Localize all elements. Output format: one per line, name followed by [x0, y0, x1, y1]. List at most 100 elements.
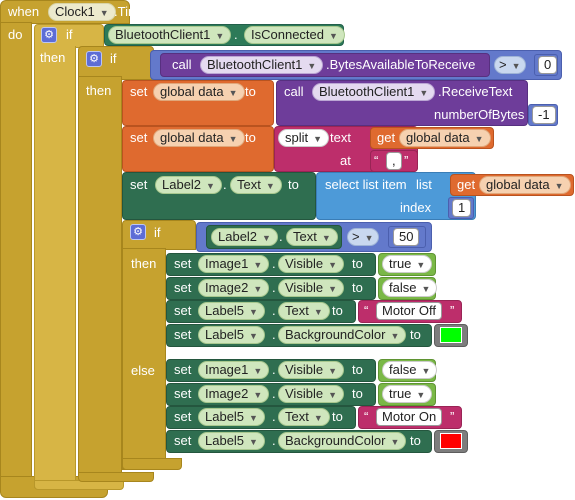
do-keyword: do [8, 27, 23, 42]
set-keyword: set [130, 130, 148, 145]
set-keyword: set [130, 177, 148, 192]
bluetooth-component-label: BluetoothClient1 [115, 27, 211, 42]
property-dropdown[interactable]: Visible ▼ [278, 279, 344, 297]
chevron-down-icon: ▼ [328, 366, 337, 376]
chevron-down-icon: ▼ [228, 88, 238, 98]
property-dropdown[interactable]: Text ▼ [278, 408, 330, 426]
text-param-label: text [330, 130, 351, 145]
split-delimiter-value[interactable]: , [386, 152, 402, 170]
global-var-dropdown[interactable]: global data ▼ [153, 83, 245, 101]
property-dropdown[interactable]: Visible ▼ [278, 385, 344, 403]
to-keyword: to [352, 280, 363, 295]
property-dropdown[interactable]: Text ▼ [278, 302, 330, 320]
dot-separator: . [223, 177, 227, 192]
component-label: Image1 [205, 362, 249, 377]
property-dropdown[interactable]: Visible ▼ [278, 255, 344, 273]
global-var-dropdown[interactable]: global data ▼ [153, 129, 245, 147]
bluetooth-component-dropdown[interactable]: BluetoothClient1 ▼ [312, 83, 436, 101]
component-dropdown[interactable]: Image1 ▼ [198, 255, 270, 273]
boolean-dropdown[interactable]: true ▼ [382, 385, 433, 403]
bluetooth-component-label: BluetoothClient1 [207, 57, 303, 72]
text-value[interactable]: Motor Off [376, 302, 442, 320]
set-keyword: set [174, 386, 192, 401]
dot-separator: . [234, 27, 238, 42]
set-keyword: set [174, 280, 192, 295]
set-keyword: set [174, 362, 192, 377]
component-dropdown[interactable]: Label5 ▼ [198, 302, 265, 320]
bluetooth-component-dropdown[interactable]: BluetoothClient1 ▼ [108, 26, 232, 44]
chevron-down-icon: ▼ [511, 61, 521, 71]
to-keyword: to [410, 433, 421, 448]
chevron-down-icon: ▼ [215, 31, 225, 41]
boolean-value: false [389, 280, 417, 295]
text-property-dropdown[interactable]: Text ▼ [230, 176, 282, 194]
text-property-dropdown[interactable]: Text ▼ [286, 228, 338, 246]
property-dropdown[interactable]: BackgroundColor ▼ [278, 432, 407, 450]
chevron-down-icon: ▼ [206, 181, 215, 191]
property-dropdown[interactable]: BackgroundColor ▼ [278, 326, 407, 344]
boolean-dropdown[interactable]: true ▼ [382, 255, 433, 273]
isconnected-property-dropdown[interactable]: IsConnected ▼ [244, 26, 345, 44]
compare-value[interactable]: 50 [393, 228, 420, 246]
bluetooth-component-dropdown[interactable]: BluetoothClient1 ▼ [200, 56, 324, 74]
label2-component-dropdown[interactable]: Label2 ▼ [155, 176, 222, 194]
component-dropdown[interactable]: Label5 ▼ [198, 432, 265, 450]
global-var-dropdown[interactable]: global data ▼ [399, 129, 491, 147]
global-var-label: global data [406, 130, 470, 145]
label-else-keyword: else [131, 363, 155, 378]
chevron-down-icon: ▼ [249, 331, 258, 341]
compare-operator-dropdown[interactable]: > ▼ [347, 228, 379, 246]
when-keyword: when [8, 4, 40, 19]
component-dropdown[interactable]: Image1 ▼ [198, 361, 270, 379]
split-dropdown[interactable]: split ▼ [278, 129, 330, 147]
chevron-down-icon: ▼ [99, 8, 109, 18]
label2-component-dropdown[interactable]: Label2 ▼ [211, 228, 278, 246]
component-dropdown[interactable]: Image2 ▼ [198, 385, 270, 403]
color-swatch[interactable] [440, 433, 462, 449]
component-dropdown[interactable]: Image2 ▼ [198, 279, 270, 297]
chevron-down-icon: ▼ [253, 366, 263, 376]
open-quote: “ [364, 409, 369, 424]
chevron-down-icon: ▼ [228, 134, 238, 144]
gear-icon[interactable]: ⚙ [86, 51, 102, 67]
set-keyword: set [174, 327, 192, 342]
gear-icon[interactable]: ⚙ [41, 27, 57, 43]
compare-operator-dropdown[interactable]: > ▼ [494, 56, 526, 74]
call-keyword: call [172, 57, 192, 72]
clock-component-dropdown[interactable]: Clock1 ▼ [48, 3, 116, 21]
call-keyword: call [284, 84, 304, 99]
component-dropdown[interactable]: Label5 ▼ [198, 408, 265, 426]
outer-if-keyword: if [66, 27, 73, 42]
color-swatch[interactable] [440, 327, 462, 343]
gear-icon[interactable]: ⚙ [130, 224, 146, 240]
close-quote: ” [404, 153, 409, 168]
bluetooth-component-label: BluetoothClient1 [319, 84, 415, 99]
compare-value[interactable]: 0 [538, 56, 558, 74]
property-label: Visible [285, 256, 324, 271]
component-dropdown[interactable]: Label5 ▼ [198, 326, 265, 344]
number-of-bytes-value[interactable]: -1 [532, 106, 556, 124]
global-var-dropdown[interactable]: global data ▼ [479, 176, 571, 194]
label2-component-label: Label2 [162, 177, 202, 192]
dot-separator: . [272, 327, 276, 342]
chevron-down-icon: ▼ [313, 134, 323, 144]
to-keyword: to [332, 303, 343, 318]
index-value[interactable]: 1 [452, 199, 472, 217]
text-property-label: Text [293, 229, 317, 244]
chevron-down-icon: ▼ [421, 284, 431, 294]
dot-separator: . [272, 386, 276, 401]
text-value[interactable]: Motor On [376, 408, 443, 426]
component-label: Image1 [205, 256, 249, 271]
chevron-down-icon: ▼ [554, 181, 564, 191]
boolean-value: false [389, 362, 417, 377]
chevron-down-icon: ▼ [253, 260, 263, 270]
label-then-keyword: then [131, 256, 157, 271]
event-block-body [0, 22, 32, 478]
chevron-down-icon: ▼ [262, 233, 271, 243]
property-dropdown[interactable]: Visible ▼ [278, 361, 344, 379]
at-param-label: at [340, 153, 351, 168]
boolean-dropdown[interactable]: false ▼ [382, 279, 438, 297]
chevron-down-icon: ▼ [328, 390, 337, 400]
boolean-value: true [389, 256, 412, 271]
boolean-dropdown[interactable]: false ▼ [382, 361, 438, 379]
